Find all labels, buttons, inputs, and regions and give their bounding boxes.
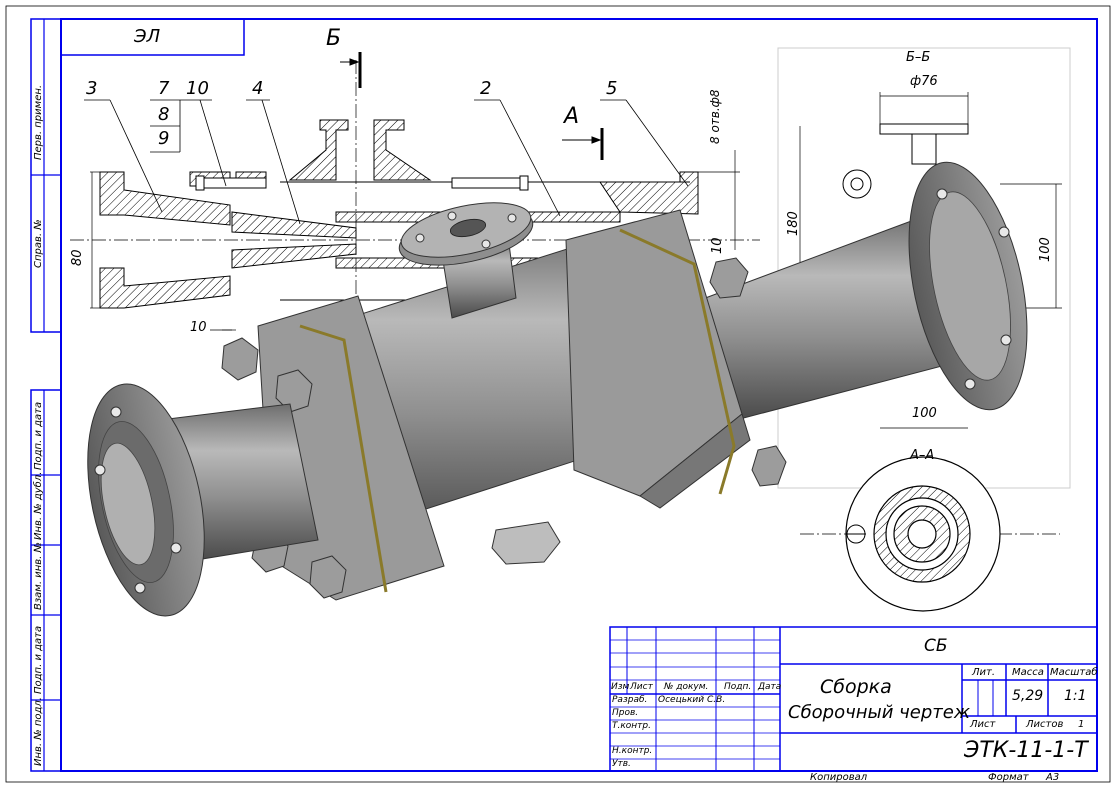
side-stamp-podp-data-1: Подп. и дата [33,401,44,470]
leader-4: 4 [252,78,264,99]
dim-holes: 8 отв.ф8 [708,89,722,144]
col-data: Дата [758,682,782,692]
sheet-label: Лист [970,719,996,730]
title-name-line1: Сборка [820,676,892,698]
side-stamp-podp-data-2: Подп. и дата [33,625,44,694]
dim-100-vert: 100 [1038,237,1053,262]
dim-10b: 10 [710,237,725,254]
section-view-aa [800,456,1060,612]
col-izm: Изм [611,682,630,692]
dim-10: 10 [190,320,207,335]
section-mark-b: Б [326,26,342,51]
col-podp: Подп. [724,682,752,692]
side-stamp-sprav: Справ. № [33,219,44,268]
side-stamp-inv-podl: Инв. № подл. [33,697,44,766]
col-docum: № докум. [664,682,709,692]
developer-name: Осецький С.В. [658,695,726,705]
row-razrab: Разраб. [612,695,648,705]
leader-7: 7 [158,78,170,99]
section-label-bb: Б–Б [906,50,931,65]
mass-value: 5,29 [1012,688,1044,704]
side-stamp-perv-primen: Перв. примен. [33,84,44,160]
dim-100-horz: 100 [912,406,937,421]
leader-8: 8 [158,104,170,125]
row-utv: Утв. [612,759,631,769]
col-list: Лист [630,682,653,692]
dim-80: 80 [70,249,85,266]
footer-format-value: А3 [1046,772,1060,783]
scale-value: 1:1 [1064,688,1087,704]
leader-2: 2 [480,78,492,99]
side-stamp-vzam-inv: Взам. инв. № [33,542,44,610]
row-tkontr: Т.контр. [612,721,652,731]
dim-180: 180 [786,211,801,236]
section-label-aa: А–А [910,448,935,463]
mass-label: Масса [1012,667,1044,678]
row-prov: Пров. [612,708,639,718]
code-stamp: ЭЛ [134,26,161,47]
leader-5: 5 [606,78,618,99]
row-nkontr: Н.контр. [612,746,653,756]
leader-3: 3 [86,78,98,99]
leader-9: 9 [158,128,170,149]
dim-dia76: ф76 [910,74,938,89]
footer-format: Формат [988,772,1029,783]
section-mark-a: А [564,104,580,129]
lit-label: Лит. [972,667,996,678]
title-name-line2: Сборочный чертеж [788,702,971,723]
side-stamp-inv-dubl: Инв. № дубл. [33,471,44,540]
scale-label: Масштаб [1050,667,1098,678]
footer-copied: Копировал [810,772,868,783]
designation: ЭТК-11-1-Т [964,738,1088,763]
doc-type: СБ [924,636,948,656]
leader-10: 10 [186,78,209,99]
drawing-sheet: ЭЛ Б А Б–Б А–А 3 7 8 9 10 4 2 5 8 отв.ф8… [0,0,1118,790]
sheets-label: Листов [1026,719,1064,730]
sheets-value: 1 [1078,719,1085,730]
